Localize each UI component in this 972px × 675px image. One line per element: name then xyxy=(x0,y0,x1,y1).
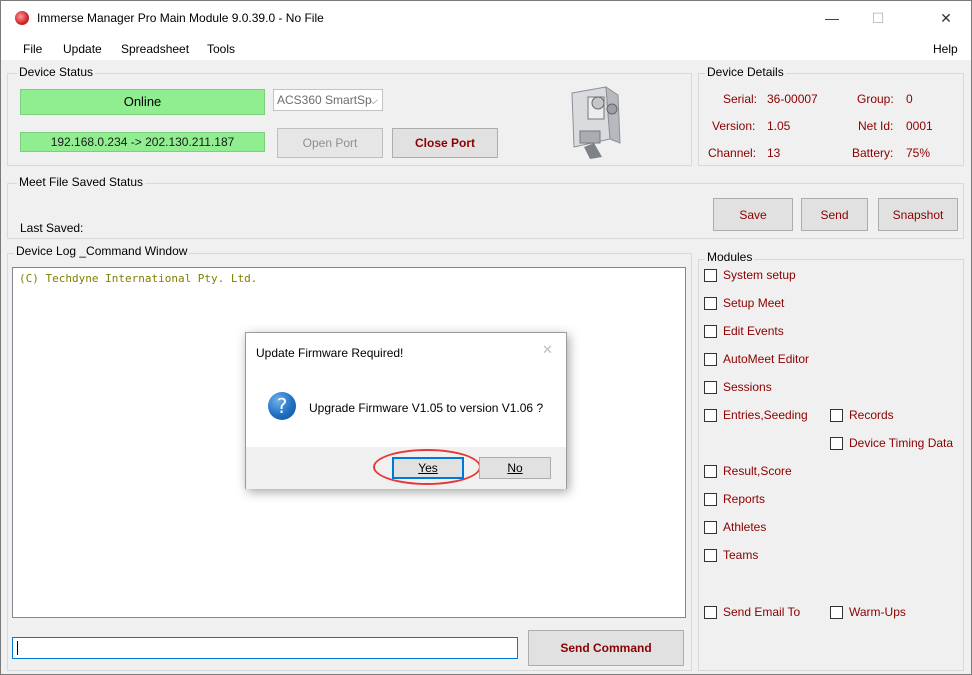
edit-events-label: Edit Events xyxy=(723,324,784,338)
netid-label: Net Id: xyxy=(858,119,894,133)
menu-file[interactable]: File xyxy=(23,42,42,56)
checkbox-box xyxy=(704,520,717,534)
menu-bar: File Update Spreadsheet Tools Help xyxy=(1,35,971,61)
checkbox-box xyxy=(704,464,717,478)
sessions-label: Sessions xyxy=(723,380,772,394)
send-command-button[interactable]: Send Command xyxy=(528,630,684,666)
athletes-label: Athletes xyxy=(723,520,767,534)
records-checkbox[interactable]: Records xyxy=(830,408,894,422)
send-button[interactable]: Send xyxy=(801,198,868,231)
menu-tools[interactable]: Tools xyxy=(207,42,235,56)
maximize-button[interactable]: ☐ xyxy=(855,1,901,35)
device-image xyxy=(564,79,626,161)
checkbox-box xyxy=(704,380,717,394)
dialog-footer: Yes No xyxy=(246,447,566,489)
send-email-checkbox[interactable]: Send Email To xyxy=(704,605,800,619)
warm-ups-label: Warm-Ups xyxy=(849,605,906,619)
no-button[interactable]: No xyxy=(479,457,551,479)
system-setup-label: System setup xyxy=(723,268,796,282)
setup-meet-checkbox[interactable]: Setup Meet xyxy=(704,296,784,310)
dialog-close-button[interactable]: ✕ xyxy=(542,342,553,358)
no-button-label: No xyxy=(507,461,523,475)
text-caret xyxy=(17,641,18,655)
reports-label: Reports xyxy=(723,492,766,506)
checkbox-box xyxy=(830,408,843,422)
device-type-value: ACS360 SmartSp xyxy=(277,93,372,107)
checkbox-box xyxy=(830,436,843,450)
result-score-checkbox[interactable]: Result,Score xyxy=(704,464,792,478)
netid-value: 0001 xyxy=(906,119,933,133)
device-status-title: Device Status xyxy=(17,65,96,79)
checkbox-box xyxy=(704,408,717,422)
version-value: 1.05 xyxy=(767,119,791,133)
checkbox-box xyxy=(704,492,717,506)
yes-button[interactable]: Yes xyxy=(392,457,464,479)
snapshot-button[interactable]: Snapshot xyxy=(878,198,958,231)
main-window: Immerse Manager Pro Main Module 9.0.39.0… xyxy=(0,0,972,675)
serial-value: 36-00007 xyxy=(767,92,818,106)
battery-value: 75% xyxy=(906,146,931,160)
device-log-title: Device Log _Command Window xyxy=(14,244,190,258)
app-logo-icon xyxy=(15,11,29,25)
checkbox-box xyxy=(704,352,717,366)
checkbox-box xyxy=(830,605,843,619)
question-icon: ? xyxy=(268,392,296,420)
teams-label: Teams xyxy=(723,548,759,562)
warm-ups-checkbox[interactable]: Warm-Ups xyxy=(830,605,906,619)
checkbox-box xyxy=(704,268,717,282)
window-title: Immerse Manager Pro Main Module 9.0.39.0… xyxy=(37,11,324,25)
checkbox-box xyxy=(704,296,717,310)
group-value: 0 xyxy=(906,92,913,106)
update-firmware-dialog: Update Firmware Required! ✕ ? Upgrade Fi… xyxy=(245,332,567,489)
meet-file-title: Meet File Saved Status xyxy=(17,175,146,189)
edit-events-checkbox[interactable]: Edit Events xyxy=(704,324,784,338)
entries-seeding-checkbox[interactable]: Entries,Seeding xyxy=(704,408,808,422)
checkbox-box xyxy=(704,324,717,338)
yes-button-label: Yes xyxy=(418,461,438,475)
log-line: (C) Techdyne International Pty. Ltd. xyxy=(19,272,258,285)
system-setup-checkbox[interactable]: System setup xyxy=(704,268,796,282)
reports-checkbox[interactable]: Reports xyxy=(704,492,765,506)
ip-address-display: 192.168.0.234 -> 202.130.211.187 xyxy=(20,132,265,152)
send-email-label: Send Email To xyxy=(723,605,801,619)
modules-title: Modules xyxy=(705,250,755,264)
chevron-down-icon: ⌵ xyxy=(368,93,378,107)
online-status: Online xyxy=(20,89,265,115)
setup-meet-label: Setup Meet xyxy=(723,296,785,310)
last-saved-label: Last Saved: xyxy=(20,221,84,235)
title-bar: Immerse Manager Pro Main Module 9.0.39.0… xyxy=(1,1,971,35)
athletes-checkbox[interactable]: Athletes xyxy=(704,520,766,534)
dialog-title: Update Firmware Required! xyxy=(256,346,404,360)
dialog-message: Upgrade Firmware V1.05 to version V1.06 … xyxy=(309,401,544,415)
channel-value: 13 xyxy=(767,146,781,160)
minimize-button[interactable]: — xyxy=(809,1,855,35)
sessions-checkbox[interactable]: Sessions xyxy=(704,380,772,394)
automeet-editor-checkbox[interactable]: AutoMeet Editor xyxy=(704,352,809,366)
close-port-button[interactable]: Close Port xyxy=(392,128,498,158)
automeet-editor-label: AutoMeet Editor xyxy=(723,352,810,366)
channel-label: Channel: xyxy=(708,146,757,160)
device-details-title: Device Details xyxy=(705,65,786,79)
device-timing-label: Device Timing Data xyxy=(849,436,954,450)
checkbox-box xyxy=(704,605,717,619)
menu-spreadsheet[interactable]: Spreadsheet xyxy=(121,42,189,56)
checkbox-box xyxy=(704,548,717,562)
open-port-button[interactable]: Open Port xyxy=(277,128,383,158)
device-timing-checkbox[interactable]: Device Timing Data xyxy=(830,436,953,450)
entries-seeding-label: Entries,Seeding xyxy=(723,408,808,422)
menu-help[interactable]: Help xyxy=(933,42,958,56)
serial-label: Serial: xyxy=(723,92,758,106)
menu-update[interactable]: Update xyxy=(63,42,102,56)
save-button[interactable]: Save xyxy=(713,198,793,231)
records-label: Records xyxy=(849,408,894,422)
device-type-select[interactable]: ACS360 SmartSp ⌵ xyxy=(273,89,383,111)
teams-checkbox[interactable]: Teams xyxy=(704,548,758,562)
battery-label: Battery: xyxy=(852,146,894,160)
command-input[interactable] xyxy=(12,637,518,659)
version-label: Version: xyxy=(712,119,756,133)
result-score-label: Result,Score xyxy=(723,464,792,478)
close-window-button[interactable]: ✕ xyxy=(923,1,969,35)
group-label: Group: xyxy=(857,92,894,106)
